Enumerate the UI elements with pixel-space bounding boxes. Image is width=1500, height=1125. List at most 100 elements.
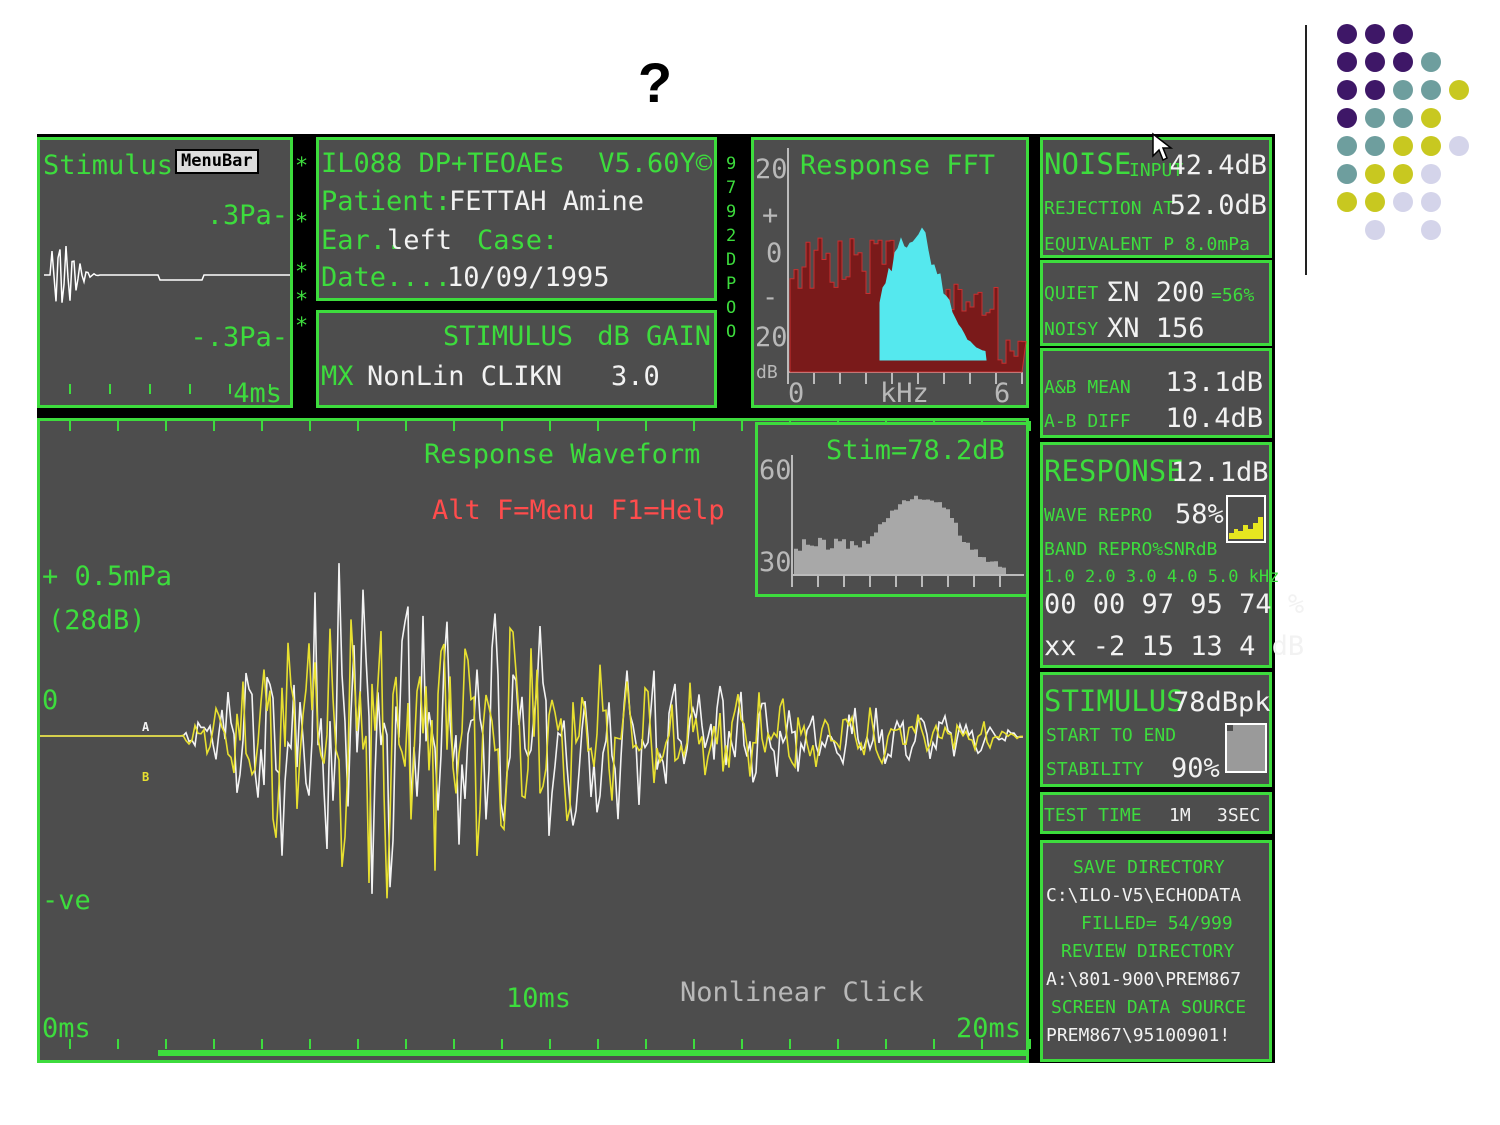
decorative-dot: [1393, 192, 1413, 212]
date-label: Date....: [321, 262, 452, 293]
screen-source-path: PREM867\95100901!: [1046, 1025, 1231, 1046]
help-hint[interactable]: Alt F=Menu F1=Help: [432, 497, 725, 524]
mode-label: MX: [321, 361, 354, 392]
serial-char: 9: [726, 202, 737, 222]
patient-info-panel: IL088 DP+TEOAEs V5.60Y© Patient: FETTAH …: [316, 137, 717, 301]
test-time-seconds: 3SEC: [1217, 805, 1261, 826]
marker: *: [295, 314, 309, 339]
serial-char: 2: [726, 226, 737, 246]
decorative-dot: [1421, 52, 1441, 72]
review-directory-path: A:\801-900\PREM867: [1046, 969, 1242, 990]
decorative-dot-grid: [1337, 24, 1469, 240]
response-panel: RESPONSE 12.1dB WAVE REPRO 58% BAND REPR…: [1040, 442, 1304, 668]
quiet-label: QUIET: [1044, 283, 1099, 304]
decorative-dot: [1365, 136, 1385, 156]
decorative-dot: [1449, 136, 1469, 156]
rejection-value: 52.0dB: [1169, 190, 1267, 221]
decorative-dot: [1393, 164, 1413, 184]
equivalent-pressure: EQUIVALENT P 8.0mPa: [1044, 234, 1250, 255]
mouse-cursor-icon: [1152, 132, 1174, 162]
save-directory-path: C:\ILO-V5\ECHODATA: [1046, 885, 1242, 906]
stimulus-type: NonLin CLIKN: [367, 361, 563, 392]
decorative-dot: [1337, 136, 1357, 156]
stability-label: STABILITY: [1046, 759, 1144, 780]
decorative-dot: [1365, 24, 1385, 44]
response-fft-panel: Response FFT 20 + 0 - 20 dB 0 kHz 6: [751, 137, 1029, 408]
trace-a-label: A: [142, 720, 150, 734]
decorative-dot: [1393, 80, 1413, 100]
gain-header: dB GAIN: [597, 321, 711, 352]
quiet-noisy-panel: QUIET ΣN 200 =56% NOISY XN 156: [1040, 260, 1272, 346]
decorative-dot: [1449, 80, 1469, 100]
waveform-db-label: (28dB): [48, 605, 146, 636]
stability-value: 90%: [1171, 753, 1220, 784]
fft-plot: [787, 148, 1027, 384]
stimulus-peak-value: 78dBpk: [1173, 687, 1271, 718]
slide-title: ?: [637, 51, 673, 114]
decorative-dot: [1337, 192, 1357, 212]
x-end-label: 20ms: [956, 1013, 1022, 1044]
gain-value: 3.0: [611, 361, 660, 392]
x-mid-label: 10ms: [506, 983, 572, 1014]
stim-spectrum-plot: [791, 455, 1024, 587]
stimulus-trace: [44, 246, 290, 394]
decorative-dot: [1393, 108, 1413, 128]
noisy-label: NOISY: [1044, 319, 1099, 340]
decorative-dot: [1421, 192, 1441, 212]
test-time-label: TEST TIME: [1044, 805, 1142, 826]
device-model: IL088 DP+TEOAEs: [321, 148, 565, 179]
wave-repro-value: 58%: [1175, 499, 1224, 530]
serial-char: 9: [726, 154, 737, 174]
response-value: 12.1dB: [1171, 457, 1269, 488]
mean-diff-panel: A&B MEAN 13.1dB A-B DIFF 10.4dB: [1040, 348, 1272, 438]
band-repro-label: BAND REPRO%SNRdB: [1044, 539, 1218, 560]
waveform-zero-label: 0: [42, 685, 59, 716]
mean-label: A&B MEAN: [1044, 377, 1131, 398]
decorative-dot: [1337, 24, 1357, 44]
decorative-dot: [1421, 108, 1441, 128]
date-value: 10/09/1995: [447, 262, 610, 293]
decorative-dot: [1365, 52, 1385, 72]
decorative-dot: [1393, 24, 1413, 44]
ear-value: left: [387, 225, 453, 256]
test-time-panel: TEST TIME 1M 3SEC: [1040, 792, 1272, 834]
decorative-dot: [1365, 192, 1385, 212]
decorative-dot: [1365, 108, 1385, 128]
response-label: RESPONSE: [1044, 454, 1184, 488]
input-value: 42.4dB: [1169, 150, 1267, 181]
marker: *: [295, 260, 309, 285]
slide-divider: [1305, 25, 1307, 275]
screen-source-label: SCREEN DATA SOURCE: [1051, 997, 1247, 1018]
stimulus-panel: Stimulus MenuBar .3Pa- -.3Pa- 4ms: [37, 137, 293, 408]
wave-repro-label: WAVE REPRO: [1044, 505, 1153, 526]
waveform-title: Response Waveform: [424, 439, 701, 470]
decorative-dot: [1421, 80, 1441, 100]
case-label: Case:: [477, 225, 559, 256]
diff-label: A-B DIFF: [1044, 411, 1131, 432]
noisy-value: XN 156: [1107, 313, 1205, 344]
stimulus-stability-panel: STIMULUS 78dBpk START TO END STABILITY 9…: [1040, 672, 1272, 787]
decorative-dot: [1365, 220, 1385, 240]
decorative-dot: [1337, 80, 1357, 100]
stimulus-header: STIMULUS: [443, 321, 574, 352]
mean-value: 13.1dB: [1165, 367, 1263, 398]
start-to-end-label: START TO END: [1046, 725, 1177, 746]
diff-value: 10.4dB: [1165, 403, 1263, 434]
decorative-dot: [1393, 136, 1413, 156]
waveform-footer: Nonlinear Click: [680, 977, 924, 1008]
decorative-dot: [1337, 108, 1357, 128]
serial-char: O: [726, 298, 737, 318]
review-directory-label: REVIEW DIRECTORY: [1061, 941, 1235, 962]
decorative-dot: [1421, 136, 1441, 156]
waveform-neg-label: -ve: [42, 885, 91, 916]
filled-count: FILLED= 54/999: [1081, 913, 1233, 934]
decorative-dot: [1365, 164, 1385, 184]
serial-char: 7: [726, 178, 737, 198]
wave-repro-graph: [1226, 495, 1266, 543]
decorative-dot: [1365, 80, 1385, 100]
stability-graph: [1225, 723, 1267, 773]
trace-b-label: B: [142, 770, 150, 784]
patient-name: FETTAH Amine: [449, 186, 645, 217]
rejection-label: REJECTION AT: [1044, 198, 1175, 219]
decorative-dot: [1393, 52, 1413, 72]
